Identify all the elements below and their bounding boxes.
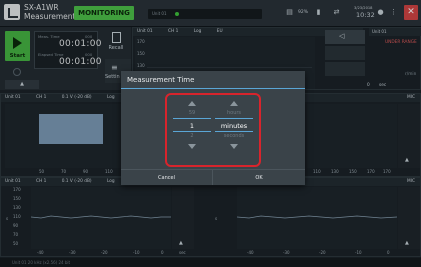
unit-up-arrow-icon[interactable] <box>230 101 238 106</box>
cancel-button[interactable]: Cancel <box>121 169 213 185</box>
value-down-arrow-icon[interactable] <box>188 144 196 149</box>
value-picker-column[interactable]: 59 1 2 <box>173 101 211 149</box>
ok-button[interactable]: OK <box>213 169 305 185</box>
unit-picker-column[interactable]: hours minutes seconds <box>215 101 253 149</box>
measurement-time-dialog: Measurement Time 59 1 2 hours minutes se… <box>121 71 305 185</box>
unit-above: hours <box>226 110 242 116</box>
unit-selected: minutes <box>215 118 253 132</box>
value-up-arrow-icon[interactable] <box>188 101 196 106</box>
unit-down-arrow-icon[interactable] <box>230 144 238 149</box>
value-below: 2 <box>190 133 194 139</box>
value-selected: 1 <box>173 118 211 132</box>
unit-below: seconds <box>223 133 245 139</box>
dialog-title: Measurement Time <box>127 76 195 84</box>
value-above: 59 <box>188 110 196 116</box>
dialog-title-divider <box>121 88 305 89</box>
